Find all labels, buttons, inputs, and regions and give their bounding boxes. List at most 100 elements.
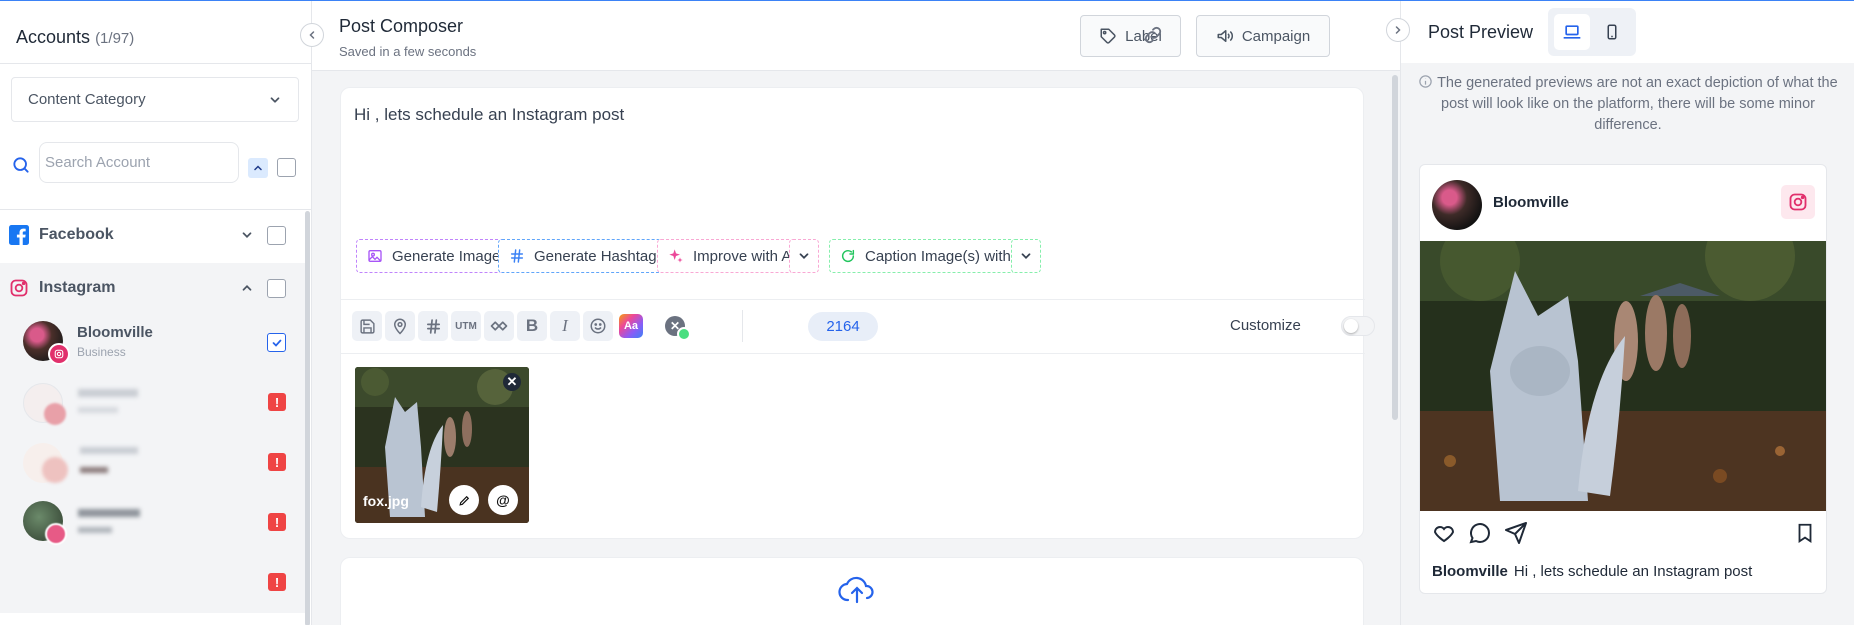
blurred-account-type xyxy=(78,407,118,413)
account-row[interactable]: Bloomville Business xyxy=(0,313,305,373)
save-status: Saved in a few seconds xyxy=(339,44,477,59)
chevron-left-icon xyxy=(309,31,315,39)
warning-icon[interactable]: ! xyxy=(268,573,286,591)
sidebar-scrollbar[interactable] xyxy=(305,211,310,625)
mobile-icon xyxy=(1607,24,1617,40)
improve-with-ai-button[interactable]: Improve with AI xyxy=(657,239,807,273)
ai-image-icon xyxy=(368,250,382,262)
avatar xyxy=(1432,180,1482,230)
preview-title: Post Preview xyxy=(1428,22,1534,42)
accounts-sidebar: Accounts (1/97) Content Category Faceboo… xyxy=(0,1,312,625)
caption-images-dropdown[interactable] xyxy=(1011,239,1041,273)
chevron-down-icon xyxy=(1021,253,1031,259)
preview-disclaimer: The generated previews are not an exact … xyxy=(1411,73,1845,136)
laptop-icon xyxy=(1563,25,1581,39)
blurred-account-name xyxy=(78,509,140,517)
chevron-up-icon xyxy=(254,165,262,171)
utm-button[interactable]: UTM xyxy=(451,311,481,341)
post-text-editor[interactable]: Hi , lets schedule an Instagram post xyxy=(354,105,624,125)
post-actions xyxy=(1432,521,1816,549)
search-icon[interactable] xyxy=(11,155,31,175)
tag-icon xyxy=(1100,28,1116,44)
collapse-all-button[interactable] xyxy=(248,158,268,178)
account-checkbox[interactable] xyxy=(267,333,286,352)
hashtag-button[interactable] xyxy=(418,311,448,341)
caption-images-button[interactable]: Caption Image(s) with AI xyxy=(829,239,1040,273)
preview-disclaimer-text: The generated previews are not an exact … xyxy=(1437,75,1838,133)
x-twitter-status[interactable]: ✕ xyxy=(665,316,695,342)
chevron-up-icon[interactable] xyxy=(240,281,254,295)
generate-hashtags-button[interactable]: Generate Hashtags xyxy=(498,239,676,273)
bookmark-icon[interactable] xyxy=(1794,521,1816,545)
accounts-title-text: Accounts xyxy=(16,27,91,47)
post-composer: Post Composer Saved in a few seconds Lab… xyxy=(312,1,1400,625)
desktop-preview-button[interactable] xyxy=(1554,14,1590,50)
emoji-icon xyxy=(590,318,606,334)
platform-checkbox[interactable] xyxy=(267,225,286,245)
customize-toggle[interactable] xyxy=(1341,316,1375,336)
link-icon[interactable] xyxy=(1142,24,1164,46)
media-thumbnail[interactable]: ✕ fox.jpg @ xyxy=(355,367,529,523)
improve-ai-dropdown[interactable] xyxy=(789,239,819,273)
divider xyxy=(341,353,1365,354)
heart-icon[interactable] xyxy=(1432,521,1456,545)
chevron-down-icon[interactable] xyxy=(240,228,254,242)
platform-row-instagram[interactable]: Instagram xyxy=(0,263,305,313)
instagram-icon xyxy=(10,279,28,297)
edit-media-button[interactable] xyxy=(449,485,479,515)
collapse-sidebar-button[interactable] xyxy=(300,23,324,47)
collapse-preview-button[interactable] xyxy=(1386,18,1410,42)
warning-icon[interactable]: ! xyxy=(268,513,286,531)
facebook-icon xyxy=(9,225,29,245)
pencil-icon xyxy=(458,495,469,506)
platform-row-facebook[interactable]: Facebook xyxy=(0,210,305,260)
preview-caption: Bloomville Hi , lets schedule an Instagra… xyxy=(1432,563,1752,580)
emoji-button[interactable] xyxy=(583,311,613,341)
link-shortener-icon xyxy=(490,321,508,331)
campaign-button-text: Campaign xyxy=(1241,27,1311,45)
blurred-account-name xyxy=(78,389,138,397)
warning-icon[interactable]: ! xyxy=(268,453,286,471)
accounts-title: Accounts (1/97) xyxy=(16,27,134,48)
account-row[interactable]: ! xyxy=(0,553,305,613)
search-account-input[interactable] xyxy=(39,142,239,183)
location-button[interactable] xyxy=(385,311,415,341)
bold-button[interactable]: B xyxy=(517,311,547,341)
save-draft-button[interactable] xyxy=(352,311,382,341)
instagram-icon xyxy=(45,523,67,545)
comment-icon[interactable] xyxy=(1468,521,1492,545)
content-category-select[interactable]: Content Category xyxy=(11,77,299,122)
instagram-preview-card: Bloomville Bloomville Hi , lets schedule… xyxy=(1419,164,1827,594)
label-button[interactable]: Label xyxy=(1080,15,1181,57)
blurred-account-name xyxy=(80,447,138,454)
italic-button[interactable]: I xyxy=(550,311,580,341)
fox-statue-image xyxy=(1420,241,1826,511)
account-row[interactable]: ! xyxy=(0,493,305,553)
account-list: Bloomville Business ! ! ! ! xyxy=(0,313,305,613)
mobile-preview-button[interactable] xyxy=(1594,14,1630,50)
send-icon[interactable] xyxy=(1504,521,1528,545)
media-upload-area[interactable] xyxy=(340,557,1364,625)
instagram-icon xyxy=(44,403,66,425)
select-all-checkbox[interactable] xyxy=(277,158,296,177)
generate-image-button[interactable]: Generate Image xyxy=(356,239,512,273)
improve-ai-label: Improve with AI xyxy=(693,247,796,265)
font-style-button[interactable]: Aa xyxy=(616,311,646,341)
account-row[interactable]: ! xyxy=(0,433,305,493)
divider xyxy=(0,63,311,64)
tag-users-button[interactable]: @ xyxy=(488,485,518,515)
instagram-icon xyxy=(42,457,68,483)
check-badge-icon xyxy=(677,327,691,341)
warning-icon[interactable]: ! xyxy=(268,393,286,411)
platform-checkbox[interactable] xyxy=(267,278,286,298)
link-shortener-button[interactable] xyxy=(484,311,514,341)
campaign-button[interactable]: Campaign xyxy=(1196,15,1330,57)
at-sign-icon: @ xyxy=(496,492,510,508)
caption-account-name: Bloomville xyxy=(1432,563,1508,580)
save-icon xyxy=(359,318,375,334)
megaphone-icon xyxy=(1217,30,1233,42)
composer-scrollbar[interactable] xyxy=(1392,75,1398,420)
remove-media-button[interactable]: ✕ xyxy=(503,373,521,391)
font-style-label: Aa xyxy=(619,314,643,338)
account-row[interactable]: ! xyxy=(0,373,305,433)
